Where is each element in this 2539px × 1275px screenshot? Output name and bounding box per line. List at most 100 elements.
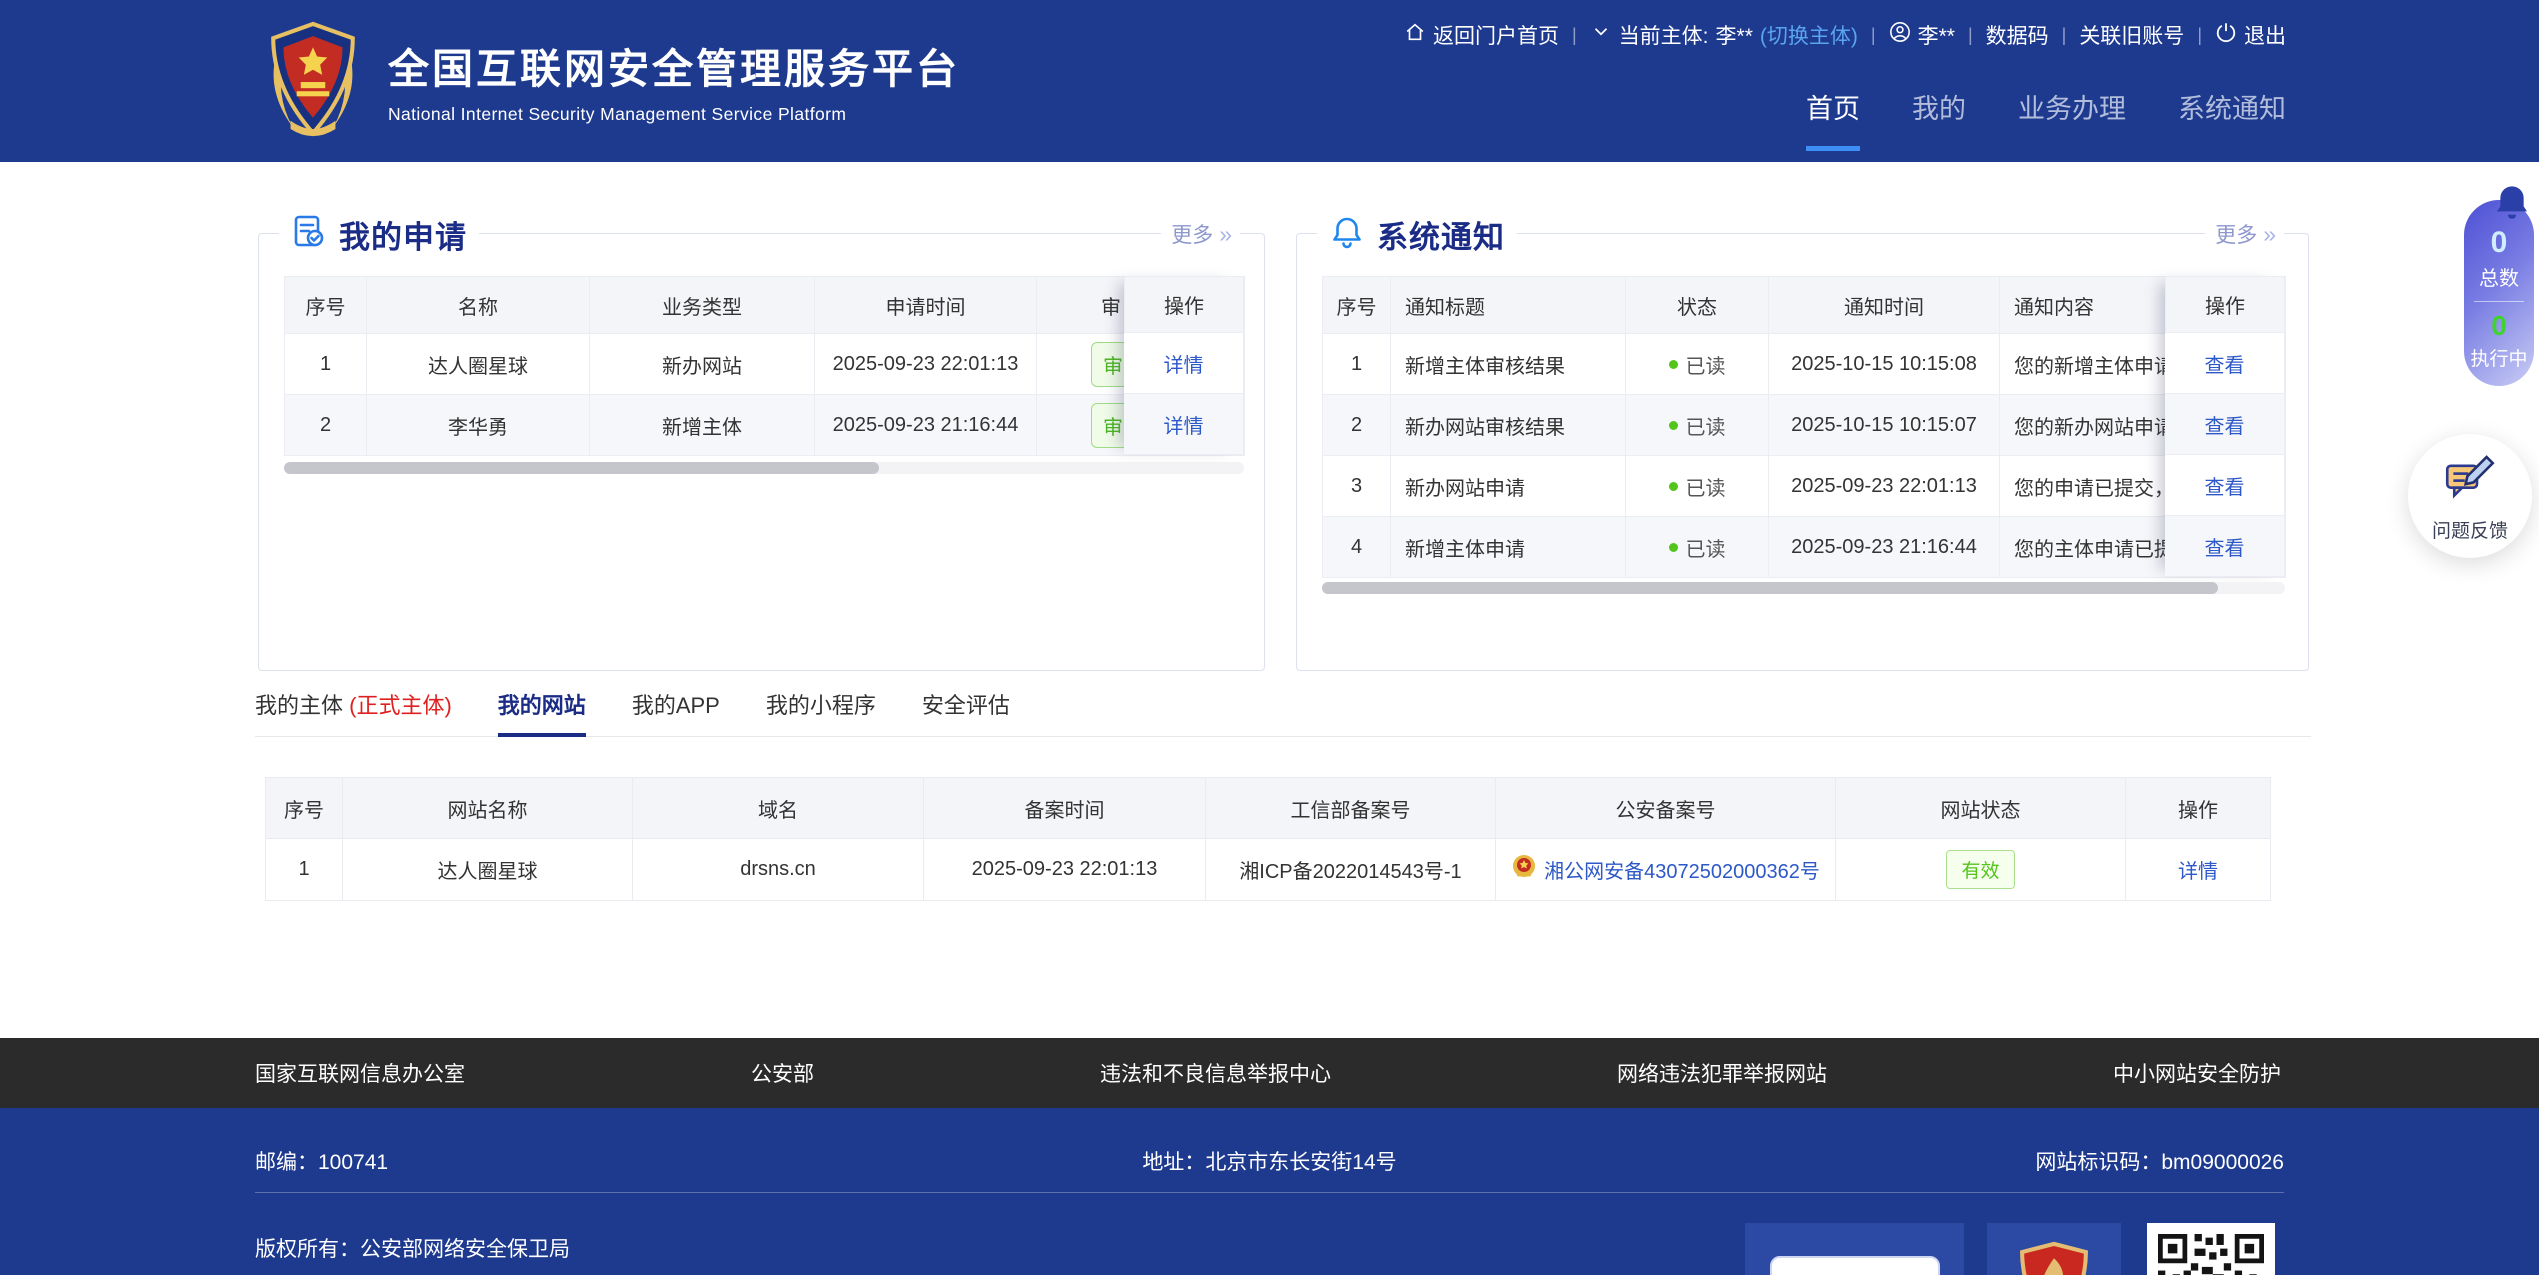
logout-link[interactable]: 退出 <box>2215 20 2286 50</box>
task-counter-widget[interactable]: 0 总数 0 执行中 <box>2464 200 2534 386</box>
table-header-row: 序号 通知标题 状态 通知时间 通知内容 <box>1323 277 2286 334</box>
col-type: 业务类型 <box>590 277 815 334</box>
postcode: 邮编：100741 <box>255 1146 931 1176</box>
scrollbar-thumb[interactable] <box>1322 582 2218 594</box>
feedback-button[interactable]: 问题反馈 <box>2408 434 2532 558</box>
double-chevron-right-icon: » <box>2263 221 2274 248</box>
police-record-badge[interactable] <box>1987 1223 2121 1275</box>
notifications-more-link[interactable]: 更多» <box>2205 219 2284 249</box>
detail-link[interactable]: 详情 <box>2178 861 2218 883</box>
nav-notifications[interactable]: 系统通知 <box>2178 90 2286 151</box>
table-row: 3 新办网站申请 已读 2025-09-23 22:01:13 您的申请已提交， <box>1323 456 2286 517</box>
cell-time: 2025-09-23 21:16:44 <box>815 395 1037 456</box>
gov-website-badge[interactable]: 政府网站 <box>1745 1223 1964 1275</box>
col-domain: 域名 <box>633 778 924 839</box>
cell-time: 2025-10-15 10:15:08 <box>1769 334 2000 395</box>
divider <box>2474 301 2524 302</box>
col-no: 序号 <box>266 778 343 839</box>
footer-info: 邮编：100741 地址：北京市东长安街14号 网站标识码：bm09000026… <box>0 1108 2539 1275</box>
read-status-dot <box>1669 360 1678 369</box>
nav-mine[interactable]: 我的 <box>1912 90 1966 151</box>
col-action: 操作 <box>2165 276 2285 333</box>
brand: 全国互联网安全管理服务平台 National Internet Security… <box>262 16 960 144</box>
cell-domain: drsns.cn <box>633 839 924 901</box>
copyright: 版权所有：公安部网络安全保卫局 <box>255 1233 570 1263</box>
bell-icon <box>1329 214 1365 255</box>
cell-title: 新办网站审核结果 <box>1391 395 1626 456</box>
cell-no: 2 <box>285 395 367 456</box>
horizontal-scrollbar[interactable] <box>284 462 1244 474</box>
cell-no: 2 <box>1323 395 1391 456</box>
tab-my-websites[interactable]: 我的网站 <box>498 692 586 736</box>
col-action: 操作 <box>2126 778 2271 839</box>
view-link[interactable]: 查看 <box>2205 532 2245 561</box>
col-time: 申请时间 <box>815 277 1037 334</box>
switch-subject-link[interactable]: (切换主体) <box>1760 20 1858 50</box>
cell-no: 1 <box>266 839 343 901</box>
applications-panel-header: 我的申请 <box>279 208 479 260</box>
cell-title: 新办网站申请 <box>1391 456 1626 517</box>
view-link[interactable]: 查看 <box>2205 349 2245 378</box>
tab-my-apps[interactable]: 我的APP <box>632 692 720 736</box>
notifications-panel-header: 系统通知 <box>1317 208 1517 260</box>
subject-type-label: (正式主体) <box>349 693 452 718</box>
power-icon <box>2215 21 2237 49</box>
detail-link[interactable]: 详情 <box>1164 410 1204 439</box>
data-code-link[interactable]: 数据码 <box>1986 20 2049 50</box>
document-check-icon <box>291 214 327 255</box>
separator: | <box>1572 25 1577 46</box>
col-status: 状态 <box>1626 277 1769 334</box>
tab-my-miniprograms[interactable]: 我的小程序 <box>766 692 876 736</box>
nav-home[interactable]: 首页 <box>1806 90 1860 151</box>
col-no: 序号 <box>1323 277 1391 334</box>
view-link[interactable]: 查看 <box>2205 410 2245 439</box>
red-shield-icon <box>2018 1241 2090 1275</box>
detail-link[interactable]: 详情 <box>1164 349 1204 378</box>
current-subject-switcher[interactable]: 当前主体: 李** (切换主体) <box>1590 20 1858 50</box>
scrollbar-thumb[interactable] <box>284 462 879 474</box>
col-record-time: 备案时间 <box>924 778 1206 839</box>
task-running-label: 执行中 <box>2464 344 2534 371</box>
task-bell-icon[interactable] <box>2492 183 2532 223</box>
link-old-account[interactable]: 关联旧账号 <box>2079 20 2184 50</box>
footer-links-bar: 国家互联网信息办公室 公安部 违法和不良信息举报中心 网络违法犯罪举报网站 中小… <box>0 1038 2539 1108</box>
valid-status-badge: 有效 <box>1946 850 2014 889</box>
cell-title: 新增主体审核结果 <box>1391 334 1626 395</box>
cell-type: 新增主体 <box>590 395 815 456</box>
read-status-dot <box>1669 482 1678 491</box>
footer-link-cac[interactable]: 国家互联网信息办公室 <box>255 1058 465 1088</box>
horizontal-scrollbar[interactable] <box>1322 582 2285 594</box>
portal-home-link[interactable]: 返回门户首页 <box>1404 20 1559 50</box>
applications-table: 序号 名称 业务类型 申请时间 审 1 达人圈星球 新办网站 2025-09-2… <box>284 276 1244 456</box>
cell-name: 达人圈星球 <box>367 334 590 395</box>
cell-status: 已读 <box>1626 334 1769 395</box>
col-time: 通知时间 <box>1769 277 2000 334</box>
police-emblem-logo <box>262 16 364 144</box>
notifications-panel-title: 系统通知 <box>1377 212 1505 257</box>
site-subtitle: National Internet Security Management Se… <box>388 104 960 125</box>
footer-link-report-center[interactable]: 违法和不良信息举报中心 <box>1100 1058 1331 1088</box>
nav-business[interactable]: 业务办理 <box>2018 90 2126 151</box>
feedback-label: 问题反馈 <box>2432 516 2508 543</box>
header: 全国互联网安全管理服务平台 National Internet Security… <box>0 0 2539 162</box>
cell-police-number: 湘公网安备43072502000362号 <box>1496 839 1836 901</box>
tab-security-assessment[interactable]: 安全评估 <box>922 692 1010 736</box>
footer-link-sme-protection[interactable]: 中小网站安全防护 <box>2113 1058 2281 1088</box>
tab-my-subject[interactable]: 我的主体 (正式主体) <box>255 692 452 736</box>
separator: | <box>2197 25 2202 46</box>
user-menu[interactable]: 李** <box>1889 20 1955 50</box>
cell-type: 新办网站 <box>590 334 815 395</box>
footer-link-cybercrime-report[interactable]: 网络违法犯罪举报网站 <box>1617 1058 1827 1088</box>
view-link[interactable]: 查看 <box>2205 471 2245 500</box>
cell-site-status: 有效 <box>1836 839 2126 901</box>
police-record-link[interactable]: 湘公网安备43072502000362号 <box>1544 855 1820 884</box>
site-identification-code: 网站标识码：bm09000026 <box>1608 1146 2284 1176</box>
main-nav: 首页 我的 业务办理 系统通知 <box>1806 90 2286 151</box>
cell-record-time: 2025-09-23 22:01:13 <box>924 839 1206 901</box>
applications-more-link[interactable]: 更多» <box>1161 219 1240 249</box>
footer-link-mps[interactable]: 公安部 <box>751 1058 814 1088</box>
read-status-dot <box>1669 421 1678 430</box>
table-row: 1 新增主体审核结果 已读 2025-10-15 10:15:08 您的新增主体… <box>1323 334 2286 395</box>
cell-no: 1 <box>1323 334 1391 395</box>
table-header-row: 序号 名称 业务类型 申请时间 审 <box>285 277 1245 334</box>
